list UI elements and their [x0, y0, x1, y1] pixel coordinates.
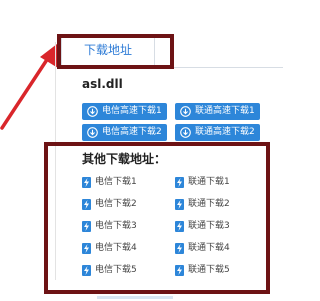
link-label: 联通下载5	[188, 265, 230, 275]
button-label: 电信高速下载1	[102, 106, 162, 116]
download-button-unicom-2[interactable]: 联通高速下载2	[175, 124, 260, 141]
button-label: 联通高速下载1	[195, 106, 255, 116]
link-label: 电信下载3	[95, 221, 137, 231]
download-button-telecom-1[interactable]: 电信高速下载1	[82, 103, 167, 120]
link-label: 电信下载5	[95, 265, 137, 275]
file-name: asl.dll	[82, 77, 123, 91]
lightning-bolt-icon	[82, 242, 91, 254]
link-telecom-2[interactable]: 电信下载2	[82, 198, 137, 211]
lightning-bolt-icon	[82, 198, 91, 210]
link-telecom-5[interactable]: 电信下载5	[82, 264, 137, 277]
lightning-bolt-icon	[82, 264, 91, 276]
download-circle-icon	[87, 127, 98, 138]
lightning-bolt-icon	[175, 264, 184, 276]
link-label: 电信下载4	[95, 243, 137, 253]
bottom-divider	[97, 296, 173, 299]
link-telecom-3[interactable]: 电信下载3	[82, 220, 137, 233]
link-label: 联通下载1	[188, 177, 230, 187]
lightning-bolt-icon	[175, 220, 184, 232]
tab-highlight-box	[57, 34, 174, 69]
other-downloads-title: 其他下载地址：	[82, 152, 167, 166]
download-circle-icon	[180, 127, 191, 138]
link-telecom-4[interactable]: 电信下载4	[82, 242, 137, 255]
download-button-unicom-1[interactable]: 联通高速下载1	[175, 103, 260, 120]
link-unicom-3[interactable]: 联通下载3	[175, 220, 230, 233]
download-button-telecom-2[interactable]: 电信高速下载2	[82, 124, 167, 141]
download-circle-icon	[180, 106, 191, 117]
button-label: 联通高速下载2	[195, 127, 255, 137]
link-label: 联通下载3	[188, 221, 230, 231]
lightning-bolt-icon	[175, 198, 184, 210]
link-unicom-5[interactable]: 联通下载5	[175, 264, 230, 277]
link-unicom-4[interactable]: 联通下载4	[175, 242, 230, 255]
link-unicom-2[interactable]: 联通下载2	[175, 198, 230, 211]
link-label: 联通下载2	[188, 199, 230, 209]
lightning-bolt-icon	[82, 220, 91, 232]
lightning-bolt-icon	[82, 176, 91, 188]
lightning-bolt-icon	[175, 176, 184, 188]
link-label: 联通下载4	[188, 243, 230, 253]
link-telecom-1[interactable]: 电信下载1	[82, 176, 137, 189]
download-circle-icon	[87, 106, 98, 117]
link-label: 电信下载1	[95, 177, 137, 187]
button-label: 电信高速下载2	[102, 127, 162, 137]
link-unicom-1[interactable]: 联通下载1	[175, 176, 230, 189]
lightning-bolt-icon	[175, 242, 184, 254]
link-label: 电信下载2	[95, 199, 137, 209]
